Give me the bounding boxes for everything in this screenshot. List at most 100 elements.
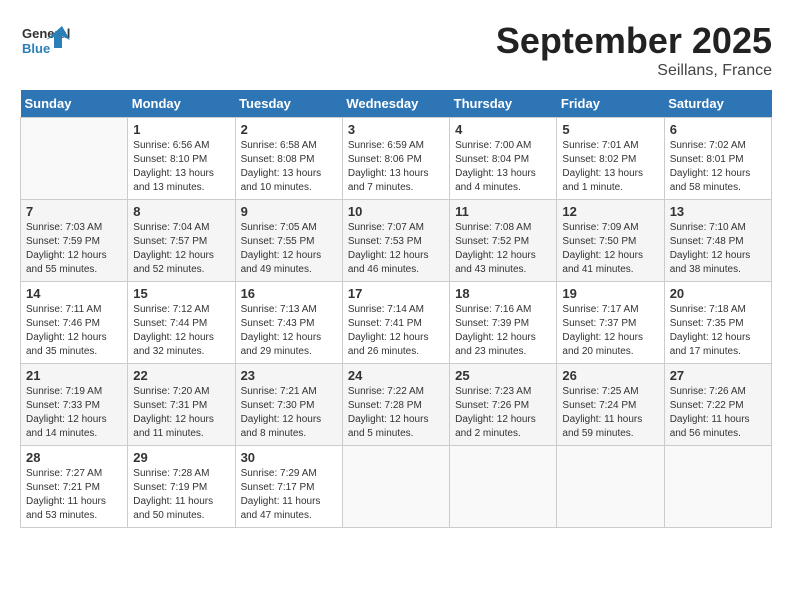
daylight-text: Daylight: 12 hours and 41 minutes. (562, 250, 643, 275)
sunset-text: Sunset: 8:06 PM (348, 154, 422, 165)
day-number: 12 (562, 204, 658, 219)
day-number: 18 (455, 286, 551, 301)
day-info: Sunrise: 7:13 AM Sunset: 7:43 PM Dayligh… (241, 303, 337, 359)
empty-cell (557, 446, 664, 528)
day-number: 21 (26, 368, 122, 383)
daylight-text: Daylight: 12 hours and 32 minutes. (133, 332, 214, 357)
day-cell-16: 16 Sunrise: 7:13 AM Sunset: 7:43 PM Dayl… (235, 282, 342, 364)
sunrise-text: Sunrise: 7:10 AM (670, 222, 746, 233)
daylight-text: Daylight: 13 hours and 13 minutes. (133, 168, 214, 193)
daylight-text: Daylight: 12 hours and 29 minutes. (241, 332, 322, 357)
day-info: Sunrise: 7:00 AM Sunset: 8:04 PM Dayligh… (455, 139, 551, 195)
sunset-text: Sunset: 8:02 PM (562, 154, 636, 165)
day-info: Sunrise: 7:12 AM Sunset: 7:44 PM Dayligh… (133, 303, 229, 359)
sunset-text: Sunset: 7:35 PM (670, 318, 744, 329)
sunset-text: Sunset: 7:55 PM (241, 236, 315, 247)
sunrise-text: Sunrise: 7:14 AM (348, 304, 424, 315)
sunset-text: Sunset: 7:17 PM (241, 482, 315, 493)
sunrise-text: Sunrise: 7:20 AM (133, 386, 209, 397)
header-day-wednesday: Wednesday (342, 90, 449, 118)
day-number: 14 (26, 286, 122, 301)
day-number: 16 (241, 286, 337, 301)
daylight-text: Daylight: 12 hours and 55 minutes. (26, 250, 107, 275)
empty-cell (21, 118, 128, 200)
day-cell-30: 30 Sunrise: 7:29 AM Sunset: 7:17 PM Dayl… (235, 446, 342, 528)
day-cell-1: 1 Sunrise: 6:56 AM Sunset: 8:10 PM Dayli… (128, 118, 235, 200)
sunset-text: Sunset: 7:37 PM (562, 318, 636, 329)
sunset-text: Sunset: 7:43 PM (241, 318, 315, 329)
daylight-text: Daylight: 12 hours and 52 minutes. (133, 250, 214, 275)
day-number: 19 (562, 286, 658, 301)
day-cell-23: 23 Sunrise: 7:21 AM Sunset: 7:30 PM Dayl… (235, 364, 342, 446)
day-number: 17 (348, 286, 444, 301)
day-info: Sunrise: 7:09 AM Sunset: 7:50 PM Dayligh… (562, 221, 658, 277)
day-info: Sunrise: 7:16 AM Sunset: 7:39 PM Dayligh… (455, 303, 551, 359)
day-number: 28 (26, 450, 122, 465)
day-number: 4 (455, 122, 551, 137)
day-info: Sunrise: 7:10 AM Sunset: 7:48 PM Dayligh… (670, 221, 766, 277)
logo-svg: General Blue (20, 20, 70, 64)
header-row: SundayMondayTuesdayWednesdayThursdayFrid… (21, 90, 772, 118)
sunrise-text: Sunrise: 7:22 AM (348, 386, 424, 397)
daylight-text: Daylight: 12 hours and 11 minutes. (133, 414, 214, 439)
daylight-text: Daylight: 12 hours and 49 minutes. (241, 250, 322, 275)
day-cell-5: 5 Sunrise: 7:01 AM Sunset: 8:02 PM Dayli… (557, 118, 664, 200)
sunrise-text: Sunrise: 7:17 AM (562, 304, 638, 315)
day-info: Sunrise: 6:59 AM Sunset: 8:06 PM Dayligh… (348, 139, 444, 195)
header-day-tuesday: Tuesday (235, 90, 342, 118)
day-info: Sunrise: 7:23 AM Sunset: 7:26 PM Dayligh… (455, 385, 551, 441)
day-cell-3: 3 Sunrise: 6:59 AM Sunset: 8:06 PM Dayli… (342, 118, 449, 200)
day-cell-17: 17 Sunrise: 7:14 AM Sunset: 7:41 PM Dayl… (342, 282, 449, 364)
day-info: Sunrise: 7:28 AM Sunset: 7:19 PM Dayligh… (133, 467, 229, 523)
day-cell-7: 7 Sunrise: 7:03 AM Sunset: 7:59 PM Dayli… (21, 200, 128, 282)
sunrise-text: Sunrise: 7:07 AM (348, 222, 424, 233)
daylight-text: Daylight: 12 hours and 14 minutes. (26, 414, 107, 439)
sunset-text: Sunset: 7:24 PM (562, 400, 636, 411)
sunset-text: Sunset: 7:46 PM (26, 318, 100, 329)
day-number: 2 (241, 122, 337, 137)
day-cell-14: 14 Sunrise: 7:11 AM Sunset: 7:46 PM Dayl… (21, 282, 128, 364)
day-number: 6 (670, 122, 766, 137)
sunrise-text: Sunrise: 7:18 AM (670, 304, 746, 315)
daylight-text: Daylight: 13 hours and 10 minutes. (241, 168, 322, 193)
day-info: Sunrise: 7:19 AM Sunset: 7:33 PM Dayligh… (26, 385, 122, 441)
daylight-text: Daylight: 11 hours and 47 minutes. (241, 496, 321, 521)
empty-cell (342, 446, 449, 528)
day-info: Sunrise: 7:03 AM Sunset: 7:59 PM Dayligh… (26, 221, 122, 277)
day-cell-20: 20 Sunrise: 7:18 AM Sunset: 7:35 PM Dayl… (664, 282, 771, 364)
empty-cell (664, 446, 771, 528)
day-cell-29: 29 Sunrise: 7:28 AM Sunset: 7:19 PM Dayl… (128, 446, 235, 528)
svg-text:Blue: Blue (22, 41, 50, 56)
week-row-2: 7 Sunrise: 7:03 AM Sunset: 7:59 PM Dayli… (21, 200, 772, 282)
day-cell-25: 25 Sunrise: 7:23 AM Sunset: 7:26 PM Dayl… (450, 364, 557, 446)
day-number: 9 (241, 204, 337, 219)
day-cell-12: 12 Sunrise: 7:09 AM Sunset: 7:50 PM Dayl… (557, 200, 664, 282)
sunrise-text: Sunrise: 7:03 AM (26, 222, 102, 233)
day-number: 30 (241, 450, 337, 465)
day-cell-10: 10 Sunrise: 7:07 AM Sunset: 7:53 PM Dayl… (342, 200, 449, 282)
sunrise-text: Sunrise: 7:12 AM (133, 304, 209, 315)
daylight-text: Daylight: 12 hours and 43 minutes. (455, 250, 536, 275)
day-cell-26: 26 Sunrise: 7:25 AM Sunset: 7:24 PM Dayl… (557, 364, 664, 446)
empty-cell (450, 446, 557, 528)
sunset-text: Sunset: 8:10 PM (133, 154, 207, 165)
day-cell-15: 15 Sunrise: 7:12 AM Sunset: 7:44 PM Dayl… (128, 282, 235, 364)
day-number: 15 (133, 286, 229, 301)
sunset-text: Sunset: 7:30 PM (241, 400, 315, 411)
day-info: Sunrise: 7:22 AM Sunset: 7:28 PM Dayligh… (348, 385, 444, 441)
daylight-text: Daylight: 12 hours and 35 minutes. (26, 332, 107, 357)
day-info: Sunrise: 7:08 AM Sunset: 7:52 PM Dayligh… (455, 221, 551, 277)
day-info: Sunrise: 7:02 AM Sunset: 8:01 PM Dayligh… (670, 139, 766, 195)
day-number: 24 (348, 368, 444, 383)
day-info: Sunrise: 7:21 AM Sunset: 7:30 PM Dayligh… (241, 385, 337, 441)
sunset-text: Sunset: 7:50 PM (562, 236, 636, 247)
day-number: 13 (670, 204, 766, 219)
daylight-text: Daylight: 11 hours and 53 minutes. (26, 496, 106, 521)
sunrise-text: Sunrise: 7:13 AM (241, 304, 317, 315)
day-cell-8: 8 Sunrise: 7:04 AM Sunset: 7:57 PM Dayli… (128, 200, 235, 282)
sunset-text: Sunset: 7:31 PM (133, 400, 207, 411)
day-info: Sunrise: 7:07 AM Sunset: 7:53 PM Dayligh… (348, 221, 444, 277)
day-info: Sunrise: 7:01 AM Sunset: 8:02 PM Dayligh… (562, 139, 658, 195)
sunrise-text: Sunrise: 7:23 AM (455, 386, 531, 397)
day-cell-28: 28 Sunrise: 7:27 AM Sunset: 7:21 PM Dayl… (21, 446, 128, 528)
